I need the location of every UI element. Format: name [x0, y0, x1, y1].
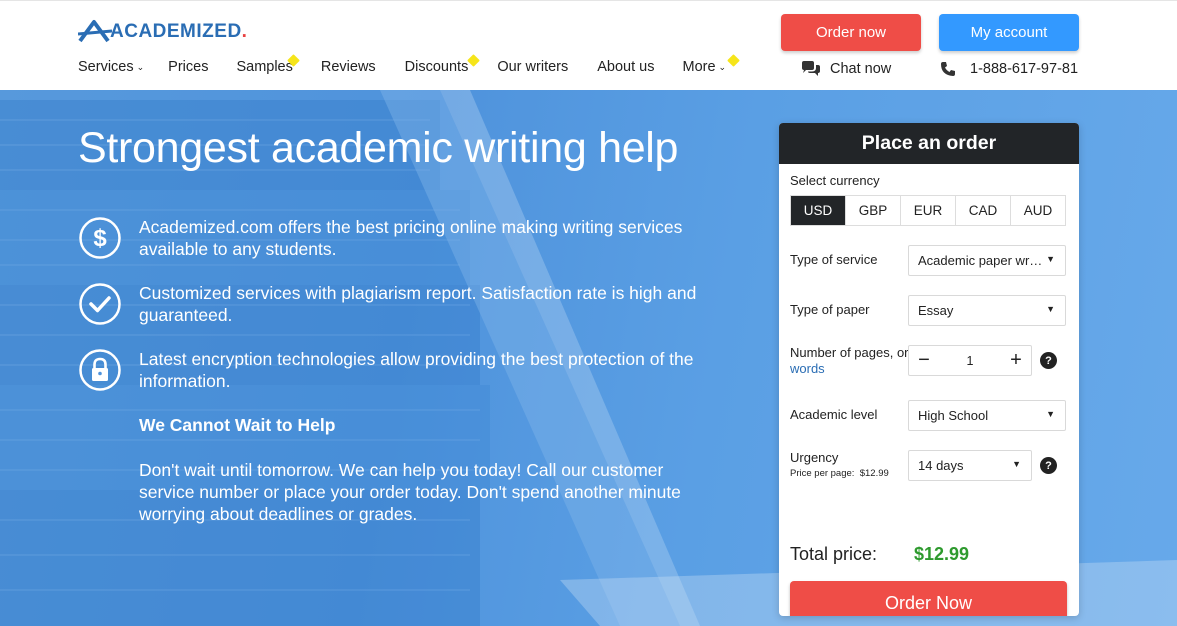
academic-level-value: High School [918, 408, 989, 423]
service-select-value: Academic paper writing [918, 253, 1043, 268]
chat-icon [802, 61, 820, 76]
total-price-label: Total price: [790, 544, 878, 564]
currency-aud[interactable]: AUD [1011, 196, 1065, 225]
svg-text:$: $ [93, 225, 107, 252]
urgency-label: Urgency [790, 450, 839, 465]
chat-now-link[interactable]: Chat now [801, 61, 891, 77]
phone-number[interactable]: 1-888-617-97-81 [940, 61, 1078, 77]
help-heading: We Cannot Wait to Help [139, 415, 336, 435]
nav-discounts-label: Discounts [404, 59, 469, 75]
dropdown-arrow-icon: ▼ [1012, 459, 1021, 469]
currency-cad[interactable]: CAD [956, 196, 1011, 225]
lock-icon [79, 349, 121, 391]
dropdown-arrow-icon: ▼ [1046, 254, 1055, 264]
phone-label: 1-888-617-97-81 [970, 61, 1079, 77]
new-tag-icon [466, 54, 480, 67]
nav-discounts[interactable]: Discounts [404, 54, 480, 75]
urgency-select[interactable]: 14 days ▼ [908, 450, 1032, 481]
nav-more[interactable]: More ⌄ [682, 54, 740, 75]
chevron-down-icon: ⌄ [718, 62, 727, 72]
nav-writers[interactable]: Our writers [497, 59, 568, 75]
feature-plagiarism-text: Customized services with plagiarism repo… [139, 283, 697, 325]
level-label: Academic level [790, 407, 878, 422]
feature-encryption-text: Latest encryption technologies allow pro… [139, 349, 694, 391]
order-now-button[interactable]: Order now [781, 14, 921, 51]
dropdown-arrow-icon: ▼ [1046, 304, 1055, 314]
paper-label: Type of paper [790, 302, 870, 317]
main-nav: Services ⌄ Prices Samples Reviews Discoun… [78, 54, 740, 75]
currency-usd[interactable]: USD [791, 196, 846, 225]
decrement-button[interactable]: − [909, 346, 939, 375]
nav-prices-label: Prices [168, 59, 209, 75]
order-form-title: Place an order [779, 123, 1079, 164]
urgency-help-icon[interactable]: ? [1040, 457, 1057, 474]
currency-selector: USD GBP EUR CAD AUD [790, 195, 1066, 226]
pages-value[interactable]: 1 [967, 354, 974, 368]
order-form: Place an order Select currency USD GBP E… [779, 123, 1079, 616]
feature-pricing-text: Academized.com offers the best pricing o… [139, 217, 683, 259]
help-text: Don't wait until tomorrow. We can help y… [139, 460, 681, 524]
logo-text: ACADEMIZED [110, 21, 242, 42]
currency-gbp[interactable]: GBP [846, 196, 901, 225]
nav-more-label: More [682, 59, 716, 75]
nav-services[interactable]: Services ⌄ [78, 59, 144, 75]
nav-reviews[interactable]: Reviews [321, 59, 376, 75]
logo-dot: . [241, 21, 247, 42]
paper-select[interactable]: Essay ▼ [908, 295, 1066, 326]
nav-reviews-label: Reviews [320, 59, 376, 75]
total-price-value: $12.99 [914, 544, 970, 564]
price-per-page: Price per page: $12.99 [790, 468, 889, 479]
dropdown-arrow-icon: ▼ [1046, 409, 1055, 419]
pages-stepper: − 1 + [908, 345, 1032, 376]
order-now-submit-button[interactable]: Order Now [790, 581, 1067, 616]
currency-label: Select currency [790, 173, 880, 188]
logo-mark-icon [78, 20, 112, 43]
service-select[interactable]: Academic paper writing ▼ [908, 245, 1066, 276]
increment-button[interactable]: + [1001, 346, 1031, 375]
dollar-icon: $ [79, 217, 121, 259]
pages-label-group: Number of pages, or words [790, 345, 909, 377]
logo[interactable]: ACADEMIZED. [78, 17, 247, 47]
nav-about-label: About us [597, 59, 655, 75]
pages-help-icon[interactable]: ? [1040, 352, 1057, 369]
nav-services-label: Services [78, 59, 134, 75]
currency-eur[interactable]: EUR [901, 196, 956, 225]
service-label: Type of service [790, 252, 878, 267]
paper-select-value: Essay [918, 303, 954, 318]
chevron-down-icon: ⌄ [136, 62, 145, 72]
price-per-page-label: Price per page: [790, 468, 855, 479]
nav-about[interactable]: About us [597, 59, 654, 75]
pages-label: Number of pages, or [790, 345, 909, 360]
academic-level-select[interactable]: High School ▼ [908, 400, 1066, 431]
urgency-value: 14 days [918, 458, 964, 473]
nav-samples-label: Samples [236, 59, 293, 75]
hero-title: Strongest academic writing help [78, 124, 679, 172]
nav-samples[interactable]: Samples [236, 54, 301, 75]
site-header: ACADEMIZED. Services ⌄ Prices Samples Rev… [0, 0, 1177, 90]
chat-now-label: Chat now [830, 61, 892, 77]
feature-encryption: Latest encryption technologies allow pro… [78, 348, 718, 392]
nav-writers-label: Our writers [497, 59, 569, 75]
checkmark-icon [79, 283, 121, 325]
new-tag-icon [726, 54, 740, 67]
nav-prices[interactable]: Prices [168, 59, 208, 75]
feature-pricing: $ Academized.com offers the best pricing… [78, 216, 718, 260]
my-account-button[interactable]: My account [939, 14, 1079, 51]
feature-plagiarism: Customized services with plagiarism repo… [78, 282, 718, 326]
price-per-page-value: $12.99 [859, 468, 889, 479]
words-link[interactable]: words [790, 361, 825, 376]
phone-icon [941, 62, 955, 76]
